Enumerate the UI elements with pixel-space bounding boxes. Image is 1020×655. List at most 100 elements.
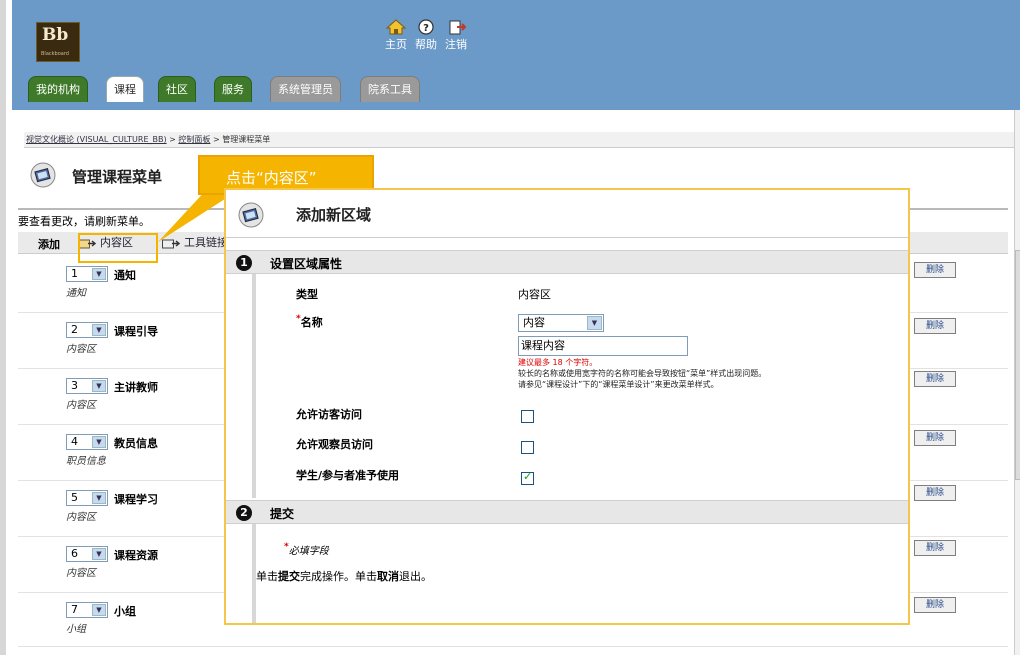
page-title: 管理课程菜单: [72, 168, 163, 186]
menu-item-name[interactable]: 小组: [114, 603, 136, 619]
menu-item-name[interactable]: 主讲教师: [114, 379, 158, 395]
chevron-down-icon: ▼: [92, 324, 106, 336]
order-select[interactable]: 1 ▼: [66, 266, 108, 282]
menu-item-name[interactable]: 课程引导: [114, 323, 158, 339]
logout-icon: [449, 20, 467, 35]
menu-item-name[interactable]: 课程资源: [114, 547, 158, 563]
logout-label: 注销: [445, 38, 467, 51]
menu-item-name[interactable]: 通知: [114, 267, 136, 283]
submit-word: 提交: [278, 570, 300, 583]
dialog-header: 添加新区域: [226, 190, 908, 238]
breadcrumb-current: 管理课程菜单: [222, 135, 271, 144]
section-number: 2: [236, 505, 252, 521]
tab-my-institution[interactable]: 我的机构: [28, 76, 88, 102]
chevron-down-icon: ▼: [92, 436, 106, 448]
section-title: 提交: [270, 507, 295, 521]
delete-button[interactable]: 删除: [914, 318, 956, 334]
refresh-note: 要查看更改，请刷新菜单。: [18, 215, 150, 228]
guest-access-checkbox[interactable]: [521, 410, 534, 423]
order-select[interactable]: 5 ▼: [66, 490, 108, 506]
dialog-title: 添加新区域: [296, 206, 372, 224]
home-label: 主页: [385, 38, 407, 51]
section-number: 1: [236, 255, 252, 271]
required-note-text: 必填字段: [288, 546, 329, 557]
name-select-value: 内容: [523, 316, 545, 329]
section-1-guide: [252, 274, 256, 498]
delete-button[interactable]: 删除: [914, 597, 956, 613]
course-menu-icon: [238, 202, 264, 228]
breadcrumb-separator: >: [169, 135, 176, 144]
delete-button[interactable]: 删除: [914, 262, 956, 278]
delete-button[interactable]: 删除: [914, 540, 956, 556]
order-value: 2: [71, 323, 78, 336]
order-value: 1: [71, 267, 78, 280]
order-select[interactable]: 3 ▼: [66, 378, 108, 394]
breadcrumb: 视觉文化概论 (VISUAL_CULTURE_BB) > 控制面板 > 管理课程…: [24, 132, 1014, 148]
breadcrumb-control-panel[interactable]: 控制面板: [178, 135, 210, 144]
menu-item-row: 1 ▼ 通知 通知: [66, 262, 226, 302]
order-value: 6: [71, 547, 78, 560]
cancel-word: 取消: [377, 570, 399, 583]
order-value: 3: [71, 379, 78, 392]
delete-button[interactable]: 删除: [914, 430, 956, 446]
tab-system-admin[interactable]: 系统管理员: [270, 76, 341, 102]
observer-access-checkbox[interactable]: [521, 441, 534, 454]
name-style-note: 请参见“课程设计”下的“课程菜单设计”来更改菜单样式。: [518, 380, 719, 389]
menu-item-type: 内容区: [66, 400, 96, 411]
section-2-header: 2 提交: [226, 500, 908, 524]
instruction-text: 完成操作。单击: [300, 570, 377, 583]
chevron-down-icon: ▼: [92, 548, 106, 560]
student-access-label: 学生/参与者准予使用: [296, 469, 400, 482]
menu-item-type: 通知: [66, 288, 86, 299]
instruction-text: 单击: [256, 570, 278, 583]
home-link[interactable]: 主页: [382, 18, 410, 52]
delete-button[interactable]: 删除: [914, 371, 956, 387]
course-menu-icon: [30, 162, 56, 188]
menu-item-type: 内容区: [66, 344, 96, 355]
menu-item-type: 职员信息: [66, 456, 106, 467]
breadcrumb-course[interactable]: 视觉文化概论 (VISUAL_CULTURE_BB): [26, 135, 167, 144]
name-select[interactable]: 内容 ▼: [518, 314, 604, 332]
add-label: 添加: [38, 238, 60, 251]
order-select[interactable]: 4 ▼: [66, 434, 108, 450]
menu-item-row: 5 ▼ 课程学习 内容区: [66, 486, 226, 526]
type-label: 类型: [296, 288, 318, 301]
chevron-down-icon: ▼: [92, 492, 106, 504]
order-select[interactable]: 2 ▼: [66, 322, 108, 338]
chevron-down-icon: ▼: [587, 316, 602, 330]
observer-access-label: 允许观察员访问: [296, 438, 373, 451]
add-area-dialog: 添加新区域 1 设置区域属性 类型 内容区 *名称 内容 ▼ 课程内容 建议最多 …: [224, 188, 910, 625]
home-icon: [385, 19, 407, 35]
row-divider: [18, 646, 1008, 647]
logo-subtext: Blackboard: [41, 51, 69, 57]
breadcrumb-separator: >: [212, 135, 220, 144]
browser-frame: Bb Blackboard 主页 ? 帮助 注销 我的机构 课程 社区 服务 系…: [0, 0, 1020, 655]
tab-services[interactable]: 服务: [214, 76, 252, 102]
delete-button[interactable]: 删除: [914, 485, 956, 501]
top-links: 主页 ? 帮助 注销: [382, 18, 482, 58]
order-select[interactable]: 6 ▼: [66, 546, 108, 562]
tab-department-tools[interactable]: 院系工具: [360, 76, 420, 102]
name-length-hint: 建议最多 18 个字符。: [518, 358, 598, 367]
student-access-checkbox[interactable]: ✓: [521, 470, 534, 485]
section-1-header: 1 设置区域属性: [226, 250, 908, 274]
name-label-text: 名称: [300, 316, 323, 329]
name-label: *名称: [296, 314, 323, 330]
menu-item-row: 3 ▼ 主讲教师 内容区: [66, 374, 226, 414]
tab-community[interactable]: 社区: [158, 76, 196, 102]
order-select[interactable]: 7 ▼: [66, 602, 108, 618]
scrollbar-thumb[interactable]: [1015, 250, 1020, 480]
callout-text: 点击“内容区”: [226, 169, 317, 187]
logout-link[interactable]: 注销: [442, 18, 470, 52]
menu-item-name[interactable]: 教员信息: [114, 435, 158, 451]
name-input[interactable]: 课程内容: [518, 336, 688, 356]
help-label: 帮助: [415, 38, 437, 51]
type-value: 内容区: [518, 288, 551, 301]
logo-text: Bb: [42, 25, 69, 45]
section-title: 设置区域属性: [270, 257, 343, 271]
menu-item-name[interactable]: 课程学习: [114, 491, 158, 507]
menu-item-type: 内容区: [66, 512, 96, 523]
tab-courses[interactable]: 课程: [106, 76, 144, 102]
blackboard-logo[interactable]: Bb Blackboard: [36, 22, 80, 62]
help-link[interactable]: ? 帮助: [412, 18, 440, 52]
